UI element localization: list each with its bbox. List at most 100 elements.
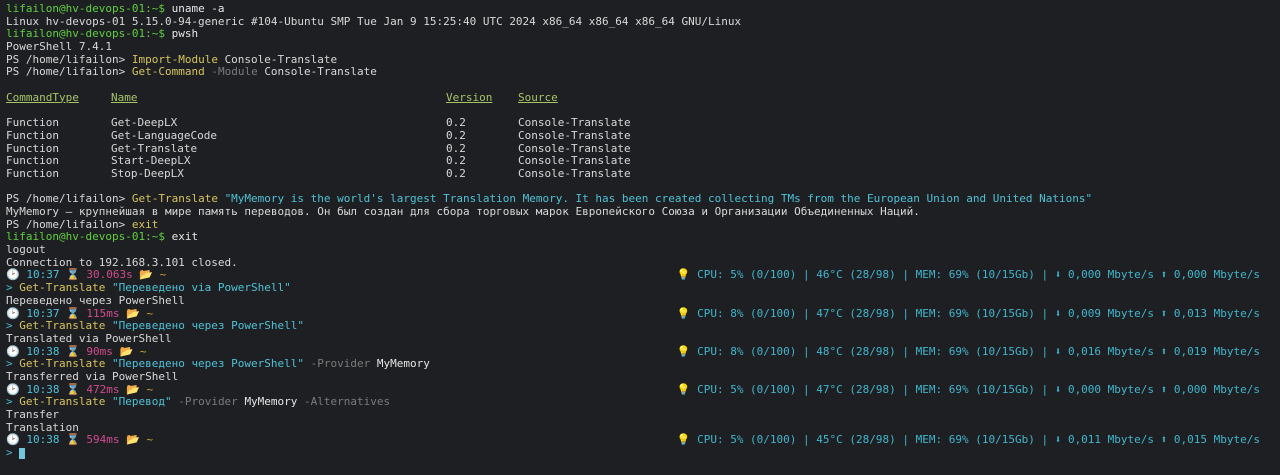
stats-text: CPU: 5% (0/100) | 46°C (28/98) | MEM: 69… [697, 268, 1260, 282]
table-header-cell: Source [518, 90, 558, 104]
prompt-arrow-icon: > [6, 319, 13, 333]
terminal-line: lifailon@hv-devops-01:~$ uname -a [6, 2, 1274, 16]
table-cell: Function [6, 128, 59, 142]
cmdlet-arg: MyMemory [244, 395, 298, 409]
ps-prompt: PS /home/lifailon> [6, 65, 126, 79]
cmdlet-string: "MyMemory is the world's largest Transla… [224, 192, 1093, 206]
bulb-icon: 💡 [676, 344, 691, 358]
bulb-icon: 💡 [676, 268, 691, 282]
table-row: Function Stop-DeepLX 0.2 Console-Translate [6, 166, 1274, 181]
cmdlet-name: Get-Translate [19, 281, 106, 295]
ps-prompt: PS /home/lifailon> [6, 192, 126, 206]
prompt-path: ~ [146, 382, 154, 396]
prompt-duration: 472ms [86, 382, 120, 396]
command-text: pwsh [164, 27, 199, 41]
ps-prompt: PS /home/lifailon> [6, 217, 126, 231]
terminal-input-line[interactable]: > [6, 446, 1274, 460]
cmdlet-param: -Alternatives [304, 395, 391, 409]
stats-text: CPU: 5% (0/100) | 45°C (28/98) | MEM: 69… [697, 433, 1260, 447]
cmdlet-string: "Переведено через PowerShell" [111, 357, 305, 371]
system-stats: 💡 CPU: 8% (0/100) | 48°C (28/98) | MEM: … [676, 344, 1260, 359]
prompt-time: 10:38 [26, 382, 60, 396]
cmdlet-param: -Provider [178, 395, 238, 409]
table-header-cell: Version [446, 90, 493, 104]
hourglass-icon: ⌛ [66, 268, 80, 282]
prompt-arrow-icon: > [6, 281, 13, 295]
table-cell: Get-DeepLX [111, 116, 178, 130]
output-line: Transfer [6, 408, 59, 421]
shell-prompt: lifailon@hv-devops-01:~$ [6, 27, 165, 41]
terminal-line: > Get-Translate "Переведено через PowerS… [6, 319, 1274, 333]
prompt-arrow-icon: > [6, 395, 13, 409]
table-cell: Get-LanguageCode [111, 128, 217, 142]
terminal-line: lifailon@hv-devops-01:~$ exit [6, 231, 1274, 244]
clock-icon: 🕑 [6, 382, 20, 396]
prompt-duration: 90ms [86, 344, 113, 358]
command-text: uname -a [164, 2, 225, 15]
prompt-path: ~ [146, 306, 154, 320]
system-stats: 💡 CPU: 5% (0/100) | 45°C (28/98) | MEM: … [677, 434, 1260, 447]
clock-icon: 🕑 [6, 268, 20, 282]
text-cursor[interactable] [19, 447, 26, 459]
table-row: Function Get-DeepLX 0.2 Console-Translate [6, 116, 1274, 130]
table-cell: Function [6, 116, 59, 130]
folder-icon: 📂 [119, 344, 134, 358]
table-cell: Console-Translate [518, 116, 631, 130]
cmdlet-param: -Module [211, 65, 258, 79]
table-cell: Console-Translate [518, 166, 631, 180]
output-line: logout [6, 243, 46, 257]
prompt-time: 10:37 [26, 268, 60, 282]
table-cell: Function [6, 166, 59, 180]
stats-text: CPU: 8% (0/100) | 47°C (28/98) | MEM: 69… [697, 306, 1260, 320]
table-cell: 0.2 [446, 128, 466, 142]
prompt-duration: 30.063s [86, 268, 133, 282]
cmdlet-name: Get-Translate [131, 192, 218, 206]
table-row: Function Start-DeepLX 0.2 Console-Translate [6, 155, 1274, 168]
terminal-line: > Get-Translate "Переведено через PowerS… [6, 357, 1274, 371]
prompt-time: 10:38 [26, 433, 60, 447]
bulb-icon: 💡 [676, 382, 691, 396]
cmdlet-name: exit [131, 217, 159, 231]
shell-prompt: lifailon@hv-devops-01:~$ [6, 230, 165, 244]
system-stats: 💡 CPU: 8% (0/100) | 47°C (28/98) | MEM: … [677, 306, 1260, 321]
clock-icon: 🕑 [6, 306, 20, 320]
cmdlet-name: Get-Command [131, 65, 205, 79]
oh-my-posh-prompt: 🕑 10:38 ⌛ 594ms 📂 ~ 💡 CPU: 5% (0/100) | 4… [6, 434, 1274, 447]
folder-icon: 📂 [126, 433, 140, 447]
terminal-line: PS /home/lifailon> Get-Command -Module C… [6, 66, 1274, 79]
prompt-path: ~ [159, 268, 167, 282]
table-cell: 0.2 [446, 116, 466, 130]
table-cell: Stop-DeepLX [111, 166, 184, 180]
cmdlet-string: "Перевод" [111, 395, 172, 409]
terminal-line: > Get-Translate "Перевод" -Provider MyMe… [6, 395, 1274, 409]
output-line: MyMemory – крупнейшая в мире память пере… [6, 205, 920, 218]
folder-icon: 📂 [126, 306, 140, 320]
shell-prompt: lifailon@hv-devops-01:~$ [6, 2, 165, 15]
table-header: CommandType Name Version Source [6, 90, 1274, 105]
table-cell: Console-Translate [518, 128, 631, 142]
command-text: exit [164, 230, 199, 244]
cmdlet-string: "Переведено via PowerShell" [111, 281, 291, 295]
stats-text: CPU: 8% (0/100) | 48°C (28/98) | MEM: 69… [697, 344, 1260, 358]
table-cell: 0.2 [446, 166, 466, 180]
folder-icon: 📂 [126, 382, 140, 396]
table-row: Function Get-Translate 0.2 Console-Translat… [6, 142, 1274, 156]
cmdlet-name: Get-Translate [19, 319, 106, 333]
clock-icon: 🕑 [6, 433, 20, 447]
system-stats: 💡 CPU: 5% (0/100) | 46°C (28/98) | MEM: … [677, 269, 1260, 282]
stats-text: CPU: 5% (0/100) | 47°C (28/98) | MEM: 69… [697, 382, 1260, 396]
terminal-line: > Get-Translate "Переведено via PowerShe… [6, 281, 1274, 295]
prompt-arrow-icon: > [6, 357, 13, 371]
cmdlet-name: Get-Translate [19, 395, 106, 409]
prompt-path: ~ [139, 344, 147, 358]
prompt-path: ~ [146, 433, 154, 447]
prompt-arrow-icon: > [6, 446, 13, 460]
cmdlet-arg: Console-Translate [264, 65, 377, 79]
hourglass-icon: ⌛ [66, 382, 80, 396]
table-header-cell: CommandType [6, 90, 79, 104]
terminal-line: lifailon@hv-devops-01:~$ pwsh [6, 28, 1274, 41]
bulb-icon: 💡 [676, 433, 691, 447]
cmdlet-name: Get-Translate [19, 357, 106, 371]
hourglass-icon: ⌛ [66, 306, 80, 320]
terminal-window[interactable]: lifailon@hv-devops-01:~$ uname -a Linux … [6, 2, 1274, 460]
